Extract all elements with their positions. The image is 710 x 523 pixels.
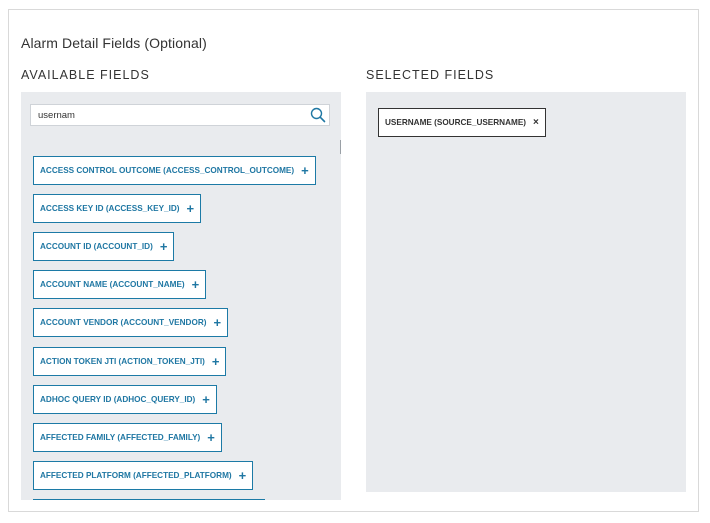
field-item-account-name[interactable]: ACCOUNT NAME (ACCOUNT_NAME) + bbox=[33, 270, 207, 299]
plus-icon[interactable]: + bbox=[207, 431, 215, 444]
field-item-label: ADHOC QUERY ID (ADHOC_QUERY_ID) bbox=[40, 395, 196, 404]
plus-icon[interactable]: + bbox=[213, 316, 221, 329]
list-scrollbar[interactable] bbox=[340, 140, 341, 154]
field-item-access-control-outcome[interactable]: ACCESS CONTROL OUTCOME (ACCESS_CONTROL_O… bbox=[33, 156, 316, 185]
plus-icon[interactable]: + bbox=[301, 164, 309, 177]
field-item-account-id[interactable]: ACCOUNT ID (ACCOUNT_ID) + bbox=[33, 232, 175, 261]
available-fields-label: AVAILABLE FIELDS bbox=[21, 68, 150, 82]
field-item-label: ACCESS CONTROL OUTCOME (ACCESS_CONTROL_O… bbox=[40, 166, 295, 175]
selected-fields-box: USERNAME (SOURCE_USERNAME) × bbox=[366, 92, 686, 492]
field-item-label: ACCOUNT NAME (ACCOUNT_NAME) bbox=[40, 280, 185, 289]
field-item-label: AFFECTED PLATFORM (AFFECTED_PLATFORM) bbox=[40, 471, 232, 480]
plus-icon[interactable]: + bbox=[187, 202, 195, 215]
section-title: Alarm Detail Fields (Optional) bbox=[21, 35, 207, 51]
field-item-affected-family[interactable]: AFFECTED FAMILY (AFFECTED_FAMILY) + bbox=[33, 423, 222, 452]
field-item-affected-platform[interactable]: AFFECTED PLATFORM (AFFECTED_PLATFORM) + bbox=[33, 461, 254, 490]
field-item-label: ACTION TOKEN JTI (ACTION_TOKEN_JTI) bbox=[40, 357, 205, 366]
field-item-partial[interactable] bbox=[33, 499, 265, 500]
search-icon[interactable] bbox=[310, 107, 326, 123]
field-item-label: ACCESS KEY ID (ACCESS_KEY_ID) bbox=[40, 204, 180, 213]
field-item-label: AFFECTED FAMILY (AFFECTED_FAMILY) bbox=[40, 433, 201, 442]
field-item-adhoc-query-id[interactable]: ADHOC QUERY ID (ADHOC_QUERY_ID) + bbox=[33, 385, 217, 414]
selected-fields-label: SELECTED FIELDS bbox=[366, 68, 495, 82]
field-item-label: ACCOUNT VENDOR (ACCOUNT_VENDOR) bbox=[40, 318, 207, 327]
field-item-action-token-jti[interactable]: ACTION TOKEN JTI (ACTION_TOKEN_JTI) + bbox=[33, 347, 227, 376]
selected-field-username: USERNAME (SOURCE_USERNAME) × bbox=[378, 108, 546, 137]
plus-icon[interactable]: + bbox=[202, 393, 210, 406]
plus-icon[interactable]: + bbox=[192, 278, 200, 291]
plus-icon[interactable]: + bbox=[160, 240, 168, 253]
field-item-access-key-id[interactable]: ACCESS KEY ID (ACCESS_KEY_ID) + bbox=[33, 194, 202, 223]
available-fields-box: ACCESS CONTROL OUTCOME (ACCESS_CONTROL_O… bbox=[21, 92, 341, 500]
search-input[interactable] bbox=[31, 105, 310, 125]
search-field bbox=[30, 104, 330, 126]
plus-icon[interactable]: + bbox=[212, 355, 220, 368]
selected-field-label: USERNAME (SOURCE_USERNAME) bbox=[385, 118, 527, 127]
field-item-label: ACCOUNT ID (ACCOUNT_ID) bbox=[40, 242, 153, 251]
plus-icon[interactable]: + bbox=[239, 469, 247, 482]
field-item-account-vendor[interactable]: ACCOUNT VENDOR (ACCOUNT_VENDOR) + bbox=[33, 308, 229, 337]
close-icon[interactable]: × bbox=[533, 117, 539, 128]
